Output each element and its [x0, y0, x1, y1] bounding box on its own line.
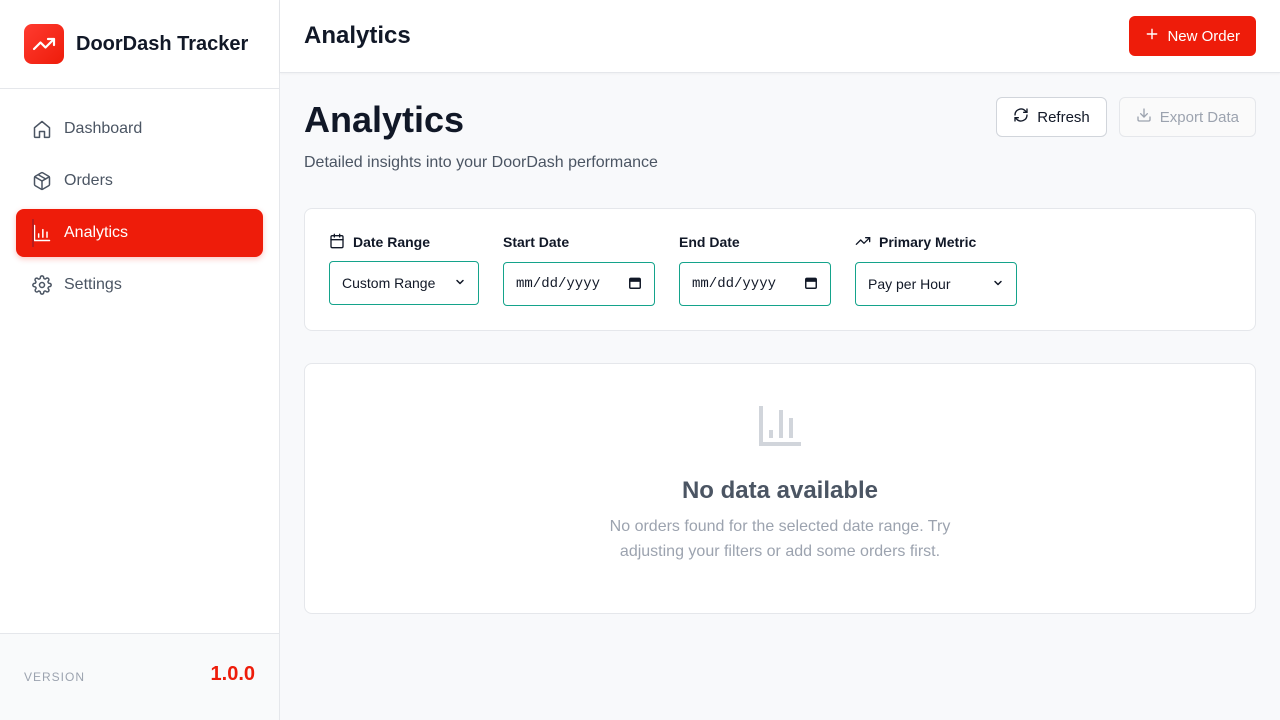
sidebar-footer: VERSION 1.0.0	[0, 633, 279, 720]
sidebar: DoorDash Tracker Dashboard Orders Analyt…	[0, 0, 280, 720]
refresh-label: Refresh	[1037, 108, 1090, 126]
calendar-picker-icon[interactable]	[628, 276, 642, 293]
new-order-label: New Order	[1167, 27, 1240, 45]
end-date-value: mm/dd/yyyy	[692, 276, 777, 292]
export-data-label: Export Data	[1159, 108, 1239, 126]
sidebar-nav: Dashboard Orders Analytics Settings	[0, 89, 279, 329]
trending-up-logo-icon	[24, 24, 64, 64]
plus-icon	[1145, 27, 1159, 45]
refresh-button[interactable]: Refresh	[996, 97, 1107, 137]
sidebar-item-label: Settings	[64, 276, 122, 293]
filters-card: Date Range Custom Range Start Date mm/dd…	[304, 208, 1256, 331]
chevron-down-icon	[992, 276, 1004, 292]
export-data-button[interactable]: Export Data	[1118, 97, 1256, 137]
sidebar-item-orders[interactable]: Orders	[16, 157, 263, 205]
package-icon	[32, 171, 52, 191]
primary-metric-label-row: Primary Metric	[855, 233, 1017, 251]
primary-metric-label: Primary Metric	[879, 234, 977, 250]
brand: DoorDash Tracker	[0, 0, 279, 89]
sidebar-item-label: Dashboard	[64, 120, 143, 137]
home-icon	[32, 119, 52, 139]
date-range-value: Custom Range	[342, 275, 436, 291]
version-number: 1.0.0	[210, 662, 255, 685]
end-date-label-row: End Date	[679, 233, 831, 251]
end-date-filter: End Date mm/dd/yyyy	[679, 233, 831, 306]
sidebar-item-dashboard[interactable]: Dashboard	[16, 105, 263, 153]
sidebar-item-settings[interactable]: Settings	[16, 261, 263, 309]
bar-chart-icon	[759, 404, 803, 448]
main-content: Analytics Detailed insights into your Do…	[304, 73, 1256, 614]
bar-chart-icon	[32, 223, 52, 243]
start-date-value: mm/dd/yyyy	[516, 276, 601, 292]
calendar-icon	[329, 233, 345, 252]
start-date-label: Start Date	[503, 234, 570, 250]
app-name: DoorDash Tracker	[76, 32, 249, 55]
page-subtitle: Detailed insights into your DoorDash per…	[304, 154, 658, 171]
empty-state-message: No orders found for the selected date ra…	[609, 518, 951, 560]
trending-up-icon	[855, 233, 871, 252]
gear-icon	[32, 275, 52, 295]
version-label: VERSION	[24, 670, 86, 684]
start-date-input[interactable]: mm/dd/yyyy	[503, 262, 655, 306]
start-date-label-row: Start Date	[503, 233, 655, 251]
primary-metric-value: Pay per Hour	[868, 276, 951, 292]
start-date-filter: Start Date mm/dd/yyyy	[503, 233, 655, 306]
date-range-label: Date Range	[353, 234, 431, 250]
sidebar-item-label: Orders	[64, 172, 113, 189]
calendar-picker-icon[interactable]	[804, 276, 818, 293]
chevron-down-icon	[454, 275, 466, 291]
empty-state-title: No data available	[681, 477, 879, 504]
header-actions: Refresh Export Data	[996, 97, 1256, 137]
end-date-label: End Date	[679, 234, 740, 250]
page-header: Analytics Detailed insights into your Do…	[304, 73, 1256, 208]
date-range-select[interactable]: Custom Range	[329, 261, 479, 305]
page-title: Analytics	[304, 99, 465, 140]
date-range-filter: Date Range Custom Range	[329, 233, 479, 305]
top-bar: Analytics New Order	[280, 0, 1280, 73]
primary-metric-filter: Primary Metric Pay per Hour	[855, 233, 1017, 306]
sidebar-item-label: Analytics	[64, 224, 129, 241]
sidebar-item-analytics[interactable]: Analytics	[16, 209, 263, 257]
new-order-button[interactable]: New Order	[1129, 16, 1256, 56]
primary-metric-select[interactable]: Pay per Hour	[855, 262, 1017, 306]
download-icon	[1136, 107, 1152, 127]
end-date-input[interactable]: mm/dd/yyyy	[679, 262, 831, 306]
refresh-icon	[1013, 107, 1029, 127]
empty-state-card: No data available No orders found for th…	[304, 363, 1256, 614]
topbar-title: Analytics	[304, 22, 411, 49]
date-range-label-row: Date Range	[329, 233, 479, 251]
